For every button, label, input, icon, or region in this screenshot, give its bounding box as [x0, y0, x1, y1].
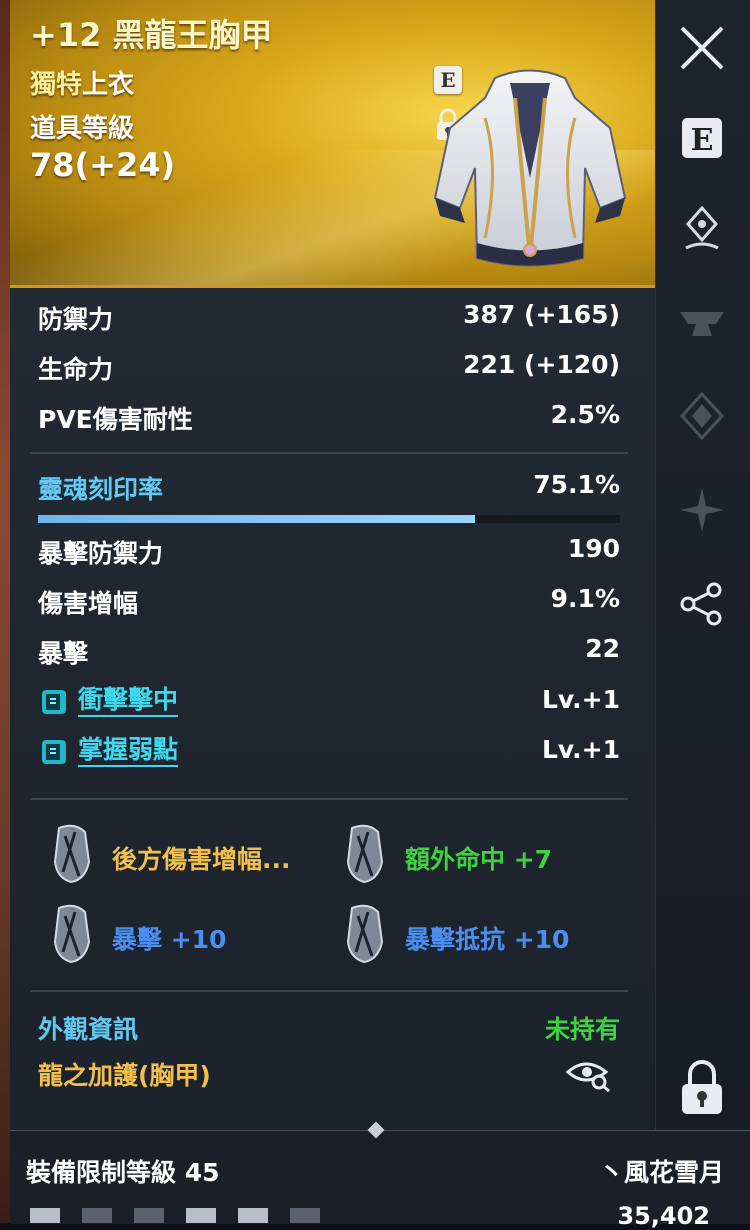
engraving-crit: 暴擊 +10 — [112, 920, 226, 956]
divider — [30, 798, 628, 800]
stat-vitality-label: 生命力 — [38, 355, 114, 384]
star-icon[interactable] — [678, 486, 726, 534]
engraving-crit-resist: 暴擊抵抗 +10 — [405, 920, 569, 956]
skill-book-icon — [42, 740, 66, 764]
engraving-rear-damage: 後方傷害增幅... — [112, 840, 291, 876]
anvil-icon[interactable] — [678, 300, 726, 348]
stat-crit-defense-value: 190 — [567, 534, 620, 563]
tooltip-sidebar — [655, 0, 750, 1130]
svg-text:E: E — [691, 123, 714, 158]
item-subtype: 獨特上衣 — [30, 64, 134, 101]
preview-eye-icon[interactable] — [566, 1058, 612, 1092]
lock-icon[interactable] — [678, 1058, 726, 1118]
stat-pve-resist-value: 2.5% — [550, 400, 620, 429]
skill-level: Lv.+1 — [541, 685, 620, 714]
item-level-label: 道具等級 — [30, 114, 135, 144]
engraving-crystal-icon — [53, 904, 91, 964]
engraving-extra-hit: 額外命中 +7 — [405, 840, 552, 876]
soul-imprint-bar-fill — [38, 515, 476, 523]
stat-defense-label: 防禦力 — [38, 305, 114, 334]
pin-icon[interactable] — [678, 206, 726, 254]
item-title: +12 黑龍王胸甲 — [30, 16, 273, 54]
skill-link-impact-hit[interactable]: 衝擊擊中 — [78, 685, 179, 717]
skill-link-weak-point[interactable]: 掌握弱點 — [78, 735, 179, 767]
stat-damage-boost-label: 傷害增幅 — [38, 589, 139, 618]
item-rarity: 獨特 — [30, 70, 83, 100]
chest-armor-image — [433, 69, 627, 267]
stat-crit-value: 22 — [585, 634, 620, 663]
share-icon[interactable] — [678, 580, 726, 628]
engraving-text: 後方傷害增幅... — [112, 845, 291, 874]
seller-name: 丶風花雪月 — [598, 1158, 724, 1187]
stat-crit-defense-label: 暴擊防禦力 — [38, 539, 164, 568]
stat-pve-resist-label: PVE傷害耐性 — [38, 405, 193, 434]
engraving-text: 暴擊抵抗 +10 — [405, 925, 570, 954]
engraving-crystal-icon — [346, 824, 384, 884]
divider — [30, 990, 628, 992]
stat-defense-value: 387 (+165) — [463, 300, 620, 329]
engraving-text: 額外命中 +7 — [405, 845, 553, 874]
stat-damage-boost-value: 9.1% — [550, 584, 620, 613]
e-badge-icon[interactable]: E — [678, 114, 726, 162]
appearance-label: 外觀資訊 — [38, 1015, 139, 1044]
soul-imprint-label: 靈魂刻印率 — [38, 475, 164, 504]
appearance-status: 未持有 — [544, 1015, 620, 1044]
soul-imprint-bar — [38, 515, 620, 523]
footer-status-icons — [30, 1208, 320, 1223]
item-type: 上衣 — [82, 70, 135, 100]
skill-book-icon — [42, 690, 66, 714]
item-level-value: 78(+24) — [30, 146, 176, 184]
gold-amount: 35,402 — [617, 1202, 710, 1230]
equip-requirement: 裝備限制等級 45 — [26, 1158, 220, 1187]
engraving-crystal-icon — [53, 824, 91, 884]
engraving-crystal-icon — [346, 904, 384, 964]
stat-vitality-value: 221 (+120) — [463, 350, 620, 379]
crest-icon[interactable] — [678, 392, 726, 440]
soul-imprint-value: 75.1% — [533, 470, 620, 499]
close-icon[interactable] — [678, 24, 726, 72]
appearance-name: 龍之加護(胸甲) — [38, 1061, 211, 1090]
engraving-text: 暴擊 +10 — [112, 925, 227, 954]
stat-crit-label: 暴擊 — [38, 639, 89, 668]
divider — [30, 452, 628, 454]
skill-level: Lv.+1 — [541, 735, 620, 764]
